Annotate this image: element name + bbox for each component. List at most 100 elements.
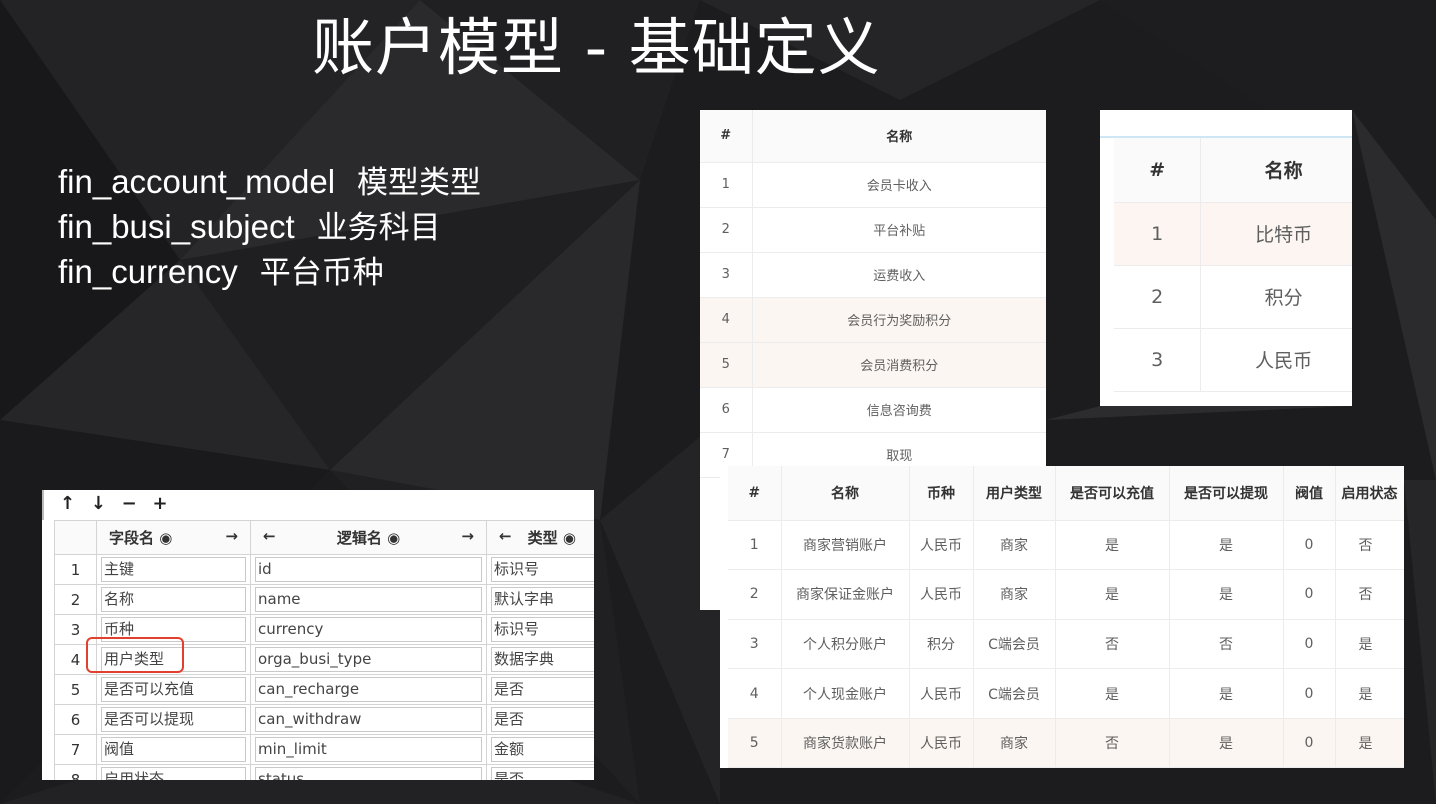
table-row[interactable]: 1 商家营销账户 人民币 商家 是 是 0 否 bbox=[728, 520, 1404, 571]
cell: 3 bbox=[728, 619, 782, 670]
row-name: 信息咨询费 bbox=[752, 387, 1046, 433]
type-select[interactable]: 标识号 bbox=[491, 617, 594, 642]
logic-name-input[interactable]: can_withdraw bbox=[255, 707, 482, 732]
subject-table: # 名称 1 会员卡收入 2 平台补贴 3 运费收入 4 会员行为奖励积分 5 会员消费积… bbox=[700, 110, 1046, 478]
row-number: 8 bbox=[54, 764, 97, 780]
field-row[interactable]: 2 名称 name 默认字串 bbox=[54, 584, 594, 615]
cell: 商家货款账户 bbox=[781, 718, 910, 768]
type-select[interactable]: 标识号 bbox=[491, 557, 594, 582]
field-name-input[interactable]: 是否可以充值 bbox=[101, 677, 246, 702]
table-row[interactable]: 2 商家保证金账户 人民币 商家 是 是 0 否 bbox=[728, 569, 1404, 620]
cell: 是 bbox=[1055, 520, 1170, 571]
definition-code: fin_busi_subject bbox=[58, 208, 295, 245]
table-row[interactable]: 6 信息咨询费 bbox=[700, 387, 1046, 433]
type-select[interactable]: 是否 bbox=[491, 707, 594, 732]
field-row[interactable]: 1 主键 id 标识号 bbox=[54, 554, 594, 585]
logic-name-input[interactable]: can_recharge bbox=[255, 677, 482, 702]
eye-icon[interactable]: ◉ bbox=[159, 529, 172, 547]
table-row[interactable]: 4 会员行为奖励积分 bbox=[700, 297, 1046, 343]
type-select[interactable]: 默认字串 bbox=[491, 587, 594, 612]
cell: 否 bbox=[1055, 619, 1170, 670]
field-row[interactable]: 8 启用状态 status 是否 bbox=[54, 764, 594, 780]
column-header-user-type[interactable]: 用户类型 bbox=[973, 466, 1056, 521]
column-header-can-withdraw[interactable]: 是否可以提现 bbox=[1169, 466, 1284, 521]
field-name-input[interactable]: 是否可以提现 bbox=[101, 707, 246, 732]
add-row-button[interactable]: + bbox=[152, 493, 167, 514]
type-select[interactable]: 是否 bbox=[491, 767, 594, 780]
column-header-number[interactable]: # bbox=[728, 466, 782, 521]
cell: 是 bbox=[1055, 569, 1170, 620]
logic-name-input[interactable]: min_limit bbox=[255, 737, 482, 762]
arrow-left-icon[interactable]: ← bbox=[263, 527, 276, 548]
field-name-input[interactable]: 主键 bbox=[101, 557, 246, 582]
row-number: 1 bbox=[1114, 202, 1202, 266]
column-header-threshold[interactable]: 阀值 bbox=[1283, 466, 1336, 521]
callout-highlight-box bbox=[86, 637, 184, 673]
cell: 商家 bbox=[973, 718, 1056, 768]
table-row[interactable]: 3 人民币 bbox=[1114, 328, 1352, 392]
column-header-name[interactable]: 名称 bbox=[1200, 138, 1352, 203]
eye-icon[interactable]: ◉ bbox=[563, 529, 576, 547]
column-header-name[interactable]: 名称 bbox=[752, 110, 1046, 163]
table-row[interactable]: 1 比特币 bbox=[1114, 202, 1352, 266]
logic-name-input[interactable]: orga_busi_type bbox=[255, 647, 482, 672]
model-table: # 名称 币种 用户类型 是否可以充值 是否可以提现 阀值 启用状态 1 商家营… bbox=[728, 466, 1404, 768]
remove-row-button[interactable]: − bbox=[122, 493, 137, 514]
eye-icon[interactable]: ◉ bbox=[387, 529, 400, 547]
cell: 个人积分账户 bbox=[781, 619, 910, 670]
column-header-number[interactable]: # bbox=[700, 110, 753, 163]
cell: 0 bbox=[1283, 569, 1336, 620]
field-name-input[interactable]: 名称 bbox=[101, 587, 246, 612]
field-editor-panel: ↑ ↓ − + 字段名 ◉ → ← 逻辑名 ◉ → ← 类型 ◉ 1 主键 id… bbox=[42, 490, 594, 780]
field-row[interactable]: 5 是否可以充值 can_recharge 是否 bbox=[54, 674, 594, 705]
logic-name-input[interactable]: status bbox=[255, 767, 482, 780]
cell: 人民币 bbox=[909, 569, 974, 620]
table-row[interactable]: 4 个人现金账户 人民币 C端会员 是 是 0 是 bbox=[728, 668, 1404, 719]
column-header-can-recharge[interactable]: 是否可以充值 bbox=[1055, 466, 1170, 521]
row-name: 会员行为奖励积分 bbox=[752, 297, 1046, 343]
type-select[interactable]: 数据字典 bbox=[491, 647, 594, 672]
logic-name-input[interactable]: currency bbox=[255, 617, 482, 642]
table-row[interactable]: 5 会员消费积分 bbox=[700, 342, 1046, 388]
column-header-name[interactable]: 名称 bbox=[781, 466, 910, 521]
field-name-input[interactable]: 启用状态 bbox=[101, 767, 246, 780]
field-row[interactable]: 7 阀值 min_limit 金额 bbox=[54, 734, 594, 765]
column-header-number[interactable]: # bbox=[1114, 138, 1202, 203]
row-name: 比特币 bbox=[1200, 202, 1352, 266]
table-row[interactable]: 3 运费收入 bbox=[700, 252, 1046, 298]
field-name-input[interactable]: 阀值 bbox=[101, 737, 246, 762]
arrow-right-icon[interactable]: → bbox=[461, 527, 474, 548]
cell: 人民币 bbox=[909, 718, 974, 768]
cell: 人民币 bbox=[909, 520, 974, 571]
cell: 否 bbox=[1335, 520, 1404, 571]
type-select[interactable]: 金额 bbox=[491, 737, 594, 762]
cell: 是 bbox=[1169, 520, 1284, 571]
type-select[interactable]: 是否 bbox=[491, 677, 594, 702]
field-row[interactable]: 6 是否可以提现 can_withdraw 是否 bbox=[54, 704, 594, 735]
table-row[interactable]: 3 个人积分账户 积分 C端会员 否 否 0 是 bbox=[728, 619, 1404, 670]
arrow-right-icon[interactable]: → bbox=[225, 527, 238, 548]
cell: 否 bbox=[1169, 619, 1284, 670]
table-row[interactable]: 5 商家货款账户 人民币 商家 否 是 0 是 bbox=[728, 718, 1404, 768]
arrow-left-icon[interactable]: ← bbox=[499, 527, 512, 548]
currency-table-panel: # 名称 1 比特币 2 积分 3 人民币 bbox=[1100, 110, 1352, 406]
logic-name-input[interactable]: name bbox=[255, 587, 482, 612]
column-header-status[interactable]: 启用状态 bbox=[1335, 466, 1404, 521]
cell: 否 bbox=[1055, 718, 1170, 768]
column-header-type[interactable]: ← 类型 ◉ bbox=[486, 520, 594, 555]
row-number: 6 bbox=[54, 704, 97, 735]
column-header-logic-name[interactable]: ← 逻辑名 ◉ → bbox=[250, 520, 487, 555]
column-header-currency[interactable]: 币种 bbox=[909, 466, 974, 521]
table-header-row: # 名称 币种 用户类型 是否可以充值 是否可以提现 阀值 启用状态 bbox=[728, 466, 1404, 521]
row-number: 1 bbox=[54, 554, 97, 585]
table-row[interactable]: 2 平台补贴 bbox=[700, 207, 1046, 253]
column-header-field-name[interactable]: 字段名 ◉ → bbox=[96, 520, 251, 555]
move-down-button[interactable]: ↓ bbox=[91, 493, 106, 514]
cell: 积分 bbox=[909, 619, 974, 670]
move-up-button[interactable]: ↑ bbox=[60, 493, 75, 514]
definition-code: fin_account_model bbox=[58, 163, 336, 200]
logic-name-input[interactable]: id bbox=[255, 557, 482, 582]
table-row[interactable]: 1 会员卡收入 bbox=[700, 162, 1046, 208]
cell: 否 bbox=[1335, 569, 1404, 620]
table-row[interactable]: 2 积分 bbox=[1114, 265, 1352, 329]
